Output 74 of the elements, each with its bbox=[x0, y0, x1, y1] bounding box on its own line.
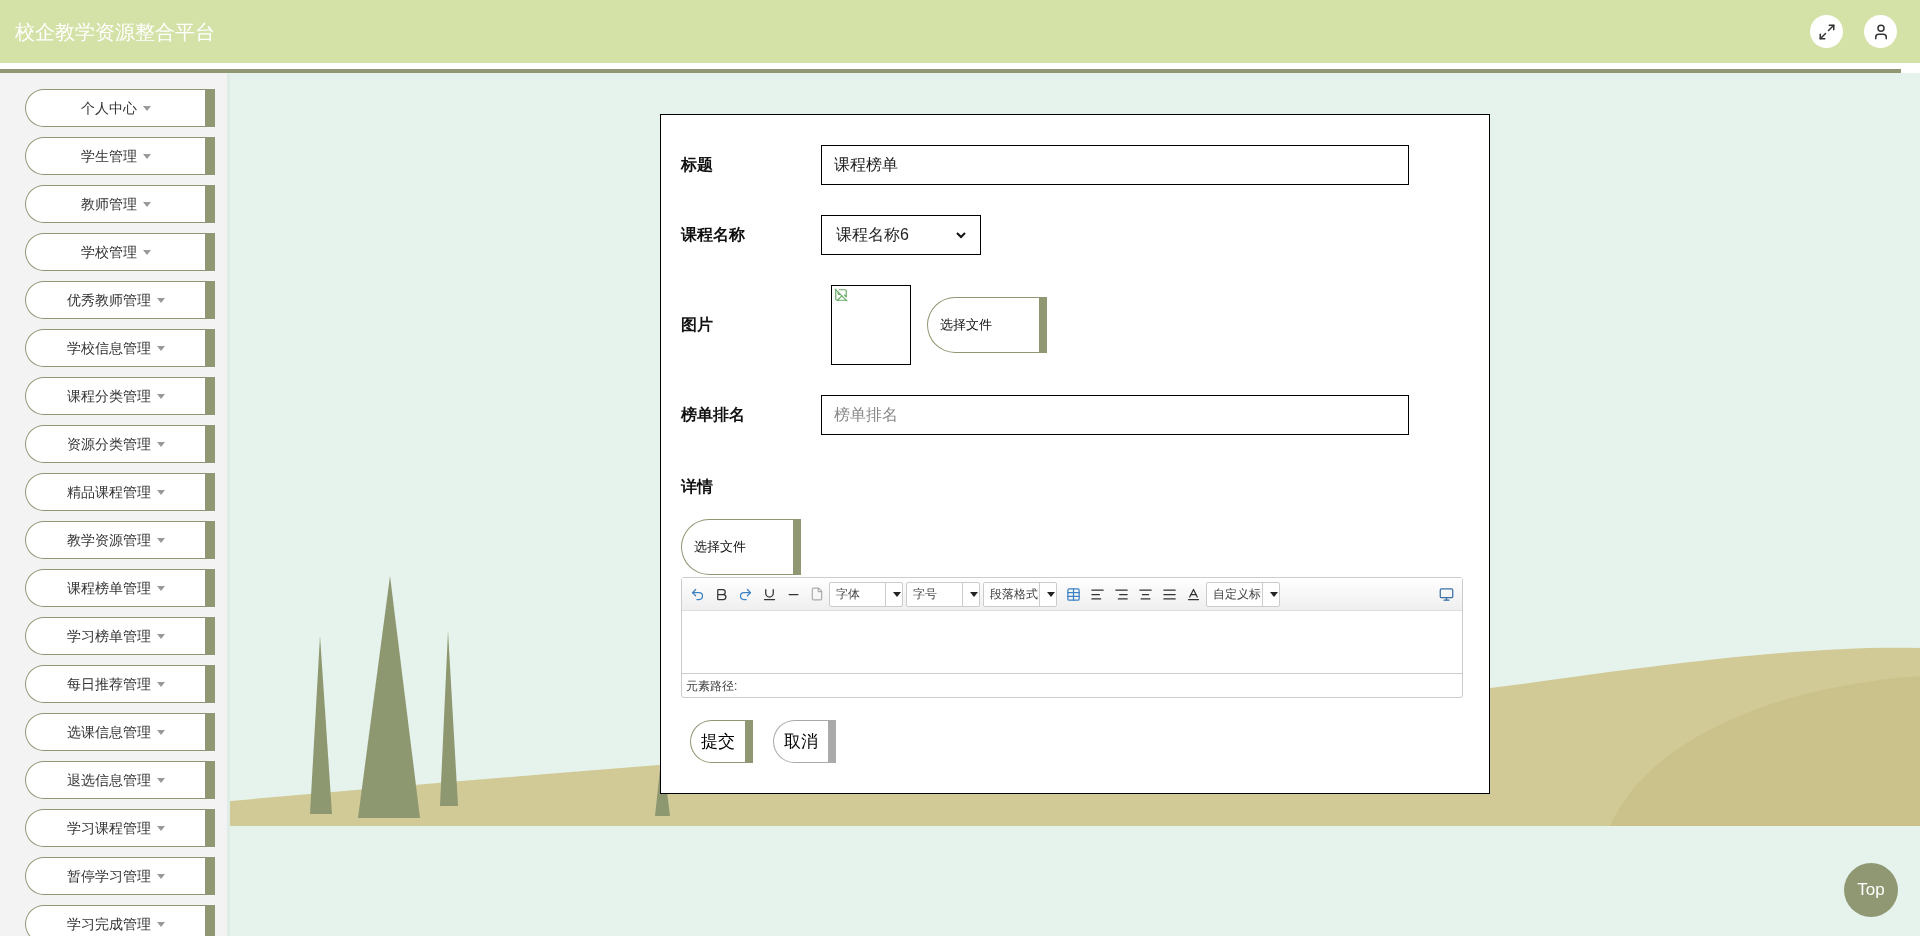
caret-icon bbox=[156, 633, 165, 639]
undo-icon[interactable] bbox=[690, 586, 705, 602]
text-input-field[interactable]: 课程榜单 bbox=[821, 145, 1409, 185]
sidebar-menu-item[interactable]: 学习榜单管理 bbox=[25, 617, 215, 655]
sidebar-menu-item[interactable]: 课程榜单管理 bbox=[25, 569, 215, 607]
sidebar-menu-item[interactable]: 学生管理 bbox=[25, 137, 215, 175]
heading-dropdown[interactable]: 自定义标 bbox=[1206, 581, 1280, 607]
sidebar-menu-item[interactable]: 课程分类管理 bbox=[25, 377, 215, 415]
caret-icon bbox=[156, 777, 165, 783]
caret-icon bbox=[156, 393, 165, 399]
caret-icon bbox=[893, 591, 901, 597]
broken-image-icon bbox=[834, 288, 848, 302]
align-justify-icon[interactable] bbox=[1162, 586, 1177, 602]
field-label: 榜单排名 bbox=[681, 405, 746, 425]
sidebar-menu-item[interactable]: 暂停学习管理 bbox=[25, 857, 215, 895]
caret-icon bbox=[142, 153, 151, 159]
caret-icon bbox=[142, 105, 151, 111]
editor-dropdown[interactable]: 段落格式 bbox=[983, 581, 1057, 607]
align-left-icon[interactable] bbox=[1090, 586, 1105, 602]
caret-icon bbox=[1047, 591, 1055, 597]
table-icon[interactable] bbox=[1066, 586, 1081, 602]
align-center-icon[interactable] bbox=[1138, 586, 1153, 602]
chevron-down-icon bbox=[956, 231, 966, 239]
editor-dropdown[interactable]: 字号 bbox=[906, 581, 980, 607]
sidebar-menu-item[interactable]: 优秀教师管理 bbox=[25, 281, 215, 319]
choose-file-button[interactable]: 选择文件 bbox=[927, 297, 1047, 353]
caret-icon bbox=[156, 537, 165, 543]
underline-icon[interactable] bbox=[762, 586, 777, 602]
expand-icon bbox=[1817, 22, 1836, 41]
caret-icon bbox=[156, 441, 165, 447]
element-path-label: 元素路径: bbox=[686, 677, 738, 695]
caret-icon bbox=[156, 297, 165, 303]
align-right-icon[interactable] bbox=[1114, 586, 1129, 602]
redo-icon[interactable] bbox=[738, 586, 753, 602]
sidebar-menu-item[interactable]: 个人中心 bbox=[25, 89, 215, 127]
sidebar-menu-item[interactable]: 退选信息管理 bbox=[25, 761, 215, 799]
sidebar-menu-item[interactable]: 选课信息管理 bbox=[25, 713, 215, 751]
sidebar-menu-item[interactable]: 学校管理 bbox=[25, 233, 215, 271]
cancel-button[interactable]: 取消 bbox=[773, 720, 836, 763]
app-title: 校企教学资源整合平台 bbox=[15, 18, 215, 46]
caret-icon bbox=[156, 681, 165, 687]
bold-icon[interactable] bbox=[714, 586, 729, 602]
text-input-field[interactable]: 榜单排名 bbox=[821, 395, 1409, 435]
submit-button[interactable]: 提交 bbox=[690, 720, 753, 763]
field-label: 课程名称 bbox=[681, 225, 746, 245]
choose-file-button[interactable]: 选择文件 bbox=[681, 519, 801, 575]
sidebar-menu-item[interactable]: 教师管理 bbox=[25, 185, 215, 223]
user-button[interactable] bbox=[1864, 15, 1897, 48]
sidebar-menu-item[interactable]: 学校信息管理 bbox=[25, 329, 215, 367]
sidebar-menu-item[interactable]: 学习课程管理 bbox=[25, 809, 215, 847]
preview-icon[interactable] bbox=[1439, 586, 1454, 602]
editor-dropdown[interactable]: 字体 bbox=[829, 581, 903, 607]
caret-icon bbox=[142, 201, 151, 207]
details-label: 详情 bbox=[681, 477, 714, 497]
sidebar-menu-item[interactable]: 资源分类管理 bbox=[25, 425, 215, 463]
sidebar-menu-item[interactable]: 每日推荐管理 bbox=[25, 665, 215, 703]
sidebar-menu-item[interactable]: 精品课程管理 bbox=[25, 473, 215, 511]
caret-icon bbox=[156, 873, 165, 879]
caret-icon bbox=[156, 345, 165, 351]
caret-icon bbox=[1270, 591, 1278, 597]
caret-icon bbox=[142, 249, 151, 255]
fullscreen-button[interactable] bbox=[1810, 15, 1843, 48]
caret-icon bbox=[156, 489, 165, 495]
course-name-select[interactable]: 课程名称6 bbox=[821, 215, 981, 255]
font-color-icon[interactable] bbox=[1186, 586, 1201, 602]
caret-icon bbox=[156, 585, 165, 591]
caret-icon bbox=[970, 591, 978, 597]
caret-icon bbox=[156, 729, 165, 735]
field-label: 标题 bbox=[681, 155, 714, 175]
field-label: 图片 bbox=[681, 315, 714, 335]
sidebar-menu-item[interactable]: 教学资源管理 bbox=[25, 521, 215, 559]
caret-icon bbox=[156, 825, 165, 831]
caret-icon bbox=[156, 921, 165, 927]
sidebar-menu-item[interactable]: 学习完成管理 bbox=[25, 905, 215, 936]
